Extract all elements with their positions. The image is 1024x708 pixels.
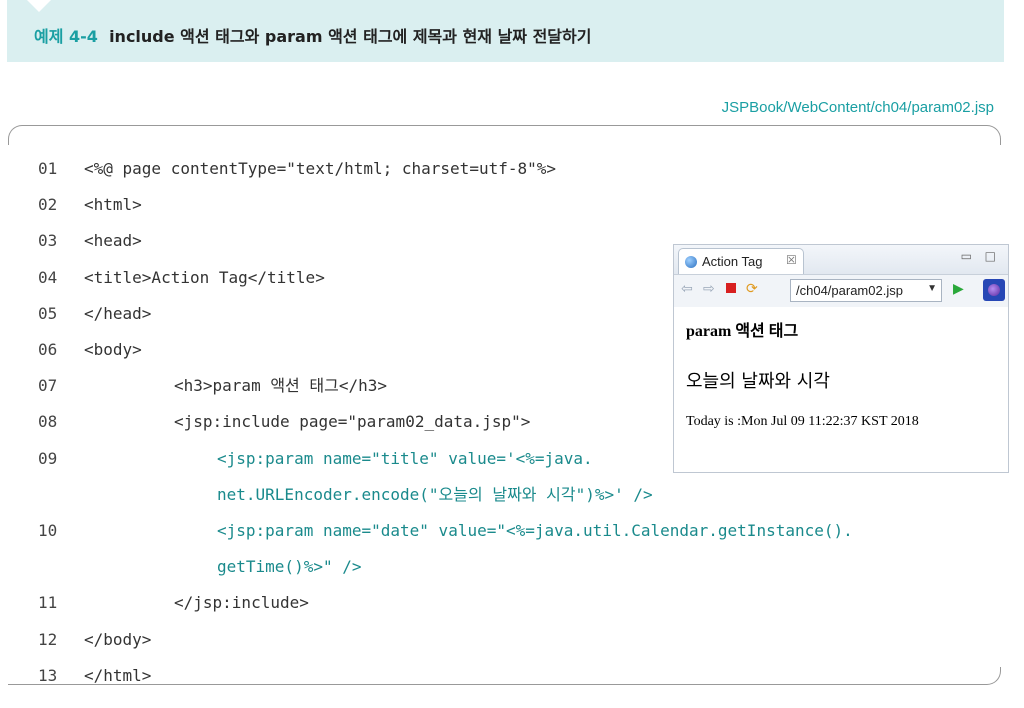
code-frame-bottom: [8, 667, 1001, 685]
line-number: 06: [38, 340, 58, 359]
back-icon[interactable]: ⇦: [681, 281, 693, 297]
browser-toolbar: ⇦ ⇨ ⟳ /ch04/param02.jsp ▼ ▶: [674, 275, 1008, 307]
code-text: <%@ page contentType="text/html; charset…: [84, 159, 557, 178]
code-text: <html>: [84, 195, 142, 215]
url-text: /ch04/param02.jsp: [796, 283, 903, 298]
globe-icon: [685, 256, 697, 268]
browser-tab-bar: Action Tag ☒ ▭ □: [674, 245, 1008, 275]
code-text: <jsp:param name="title" value='<%=java.: [217, 448, 593, 468]
close-tab-icon[interactable]: ☒: [786, 253, 797, 267]
line-number: 05: [38, 303, 58, 323]
code-text: <body>: [84, 340, 142, 359]
browser-tab-label: Action Tag: [702, 254, 763, 269]
example-banner: 예제 4-4 include 액션 태그와 param 액션 태그에 제목과 현…: [7, 0, 1004, 62]
today-text: Today is :Mon Jul 09 11:22:37 KST 2018: [686, 414, 919, 429]
line-number: 07: [38, 376, 58, 396]
browser-tab[interactable]: Action Tag ☒: [678, 248, 804, 274]
page-subheading: 오늘의 날짜와 시각: [686, 371, 830, 392]
page-heading: param 액션 태그: [686, 323, 799, 340]
code-text: net.URLEncoder.encode("오늘의 날짜와 시각")%>' /…: [217, 484, 653, 504]
file-path: JSPBook/WebContent/ch04/param02.jsp: [721, 99, 994, 116]
code-text: </head>: [84, 303, 152, 323]
code-text: </html>: [84, 665, 152, 685]
line-number: 02: [38, 195, 58, 215]
forward-icon[interactable]: ⇨: [703, 281, 715, 297]
eclipse-icon[interactable]: [983, 279, 1005, 301]
minimize-icon[interactable]: ▭: [961, 249, 972, 263]
code-text: <head>: [84, 231, 142, 251]
code-text: <h3>param 액션 태그</h3>: [174, 376, 388, 396]
stop-icon[interactable]: [726, 283, 736, 293]
line-number: 09: [38, 448, 58, 468]
code-text: <jsp:include page="param02_data.jsp">: [174, 412, 531, 432]
line-number: 01: [38, 159, 58, 178]
code-text: </body>: [84, 629, 152, 649]
code-text: </jsp:include>: [174, 593, 309, 613]
line-number: 03: [38, 231, 58, 251]
code-text: <title>Action Tag</title>: [84, 267, 325, 287]
example-number: 예제 4-4: [34, 27, 98, 46]
line-number: 11: [38, 593, 58, 613]
browser-window: Action Tag ☒ ▭ □ ⇦ ⇨ ⟳ /ch04/param02.jsp…: [673, 244, 1009, 473]
url-input[interactable]: /ch04/param02.jsp ▼: [790, 279, 942, 302]
code-frame-top: [8, 125, 1001, 145]
line-number: 08: [38, 412, 58, 432]
url-dropdown-icon[interactable]: ▼: [927, 283, 937, 294]
banner-notch: [27, 0, 51, 12]
go-icon[interactable]: ▶: [953, 281, 964, 297]
example-title: 예제 4-4 include 액션 태그와 param 액션 태그에 제목과 현…: [34, 23, 591, 47]
line-number: 13: [38, 665, 58, 685]
maximize-icon[interactable]: □: [985, 249, 996, 263]
line-number: 12: [38, 629, 58, 649]
line-number: 10: [38, 521, 58, 540]
line-number: 04: [38, 267, 58, 287]
example-title-text: include 액션 태그와 param 액션 태그에 제목과 현재 날짜 전달…: [109, 27, 592, 46]
code-text: <jsp:param name="date" value="<%=java.ut…: [217, 521, 853, 540]
code-text: getTime()%>" />: [217, 557, 362, 577]
refresh-icon[interactable]: ⟳: [746, 281, 758, 297]
